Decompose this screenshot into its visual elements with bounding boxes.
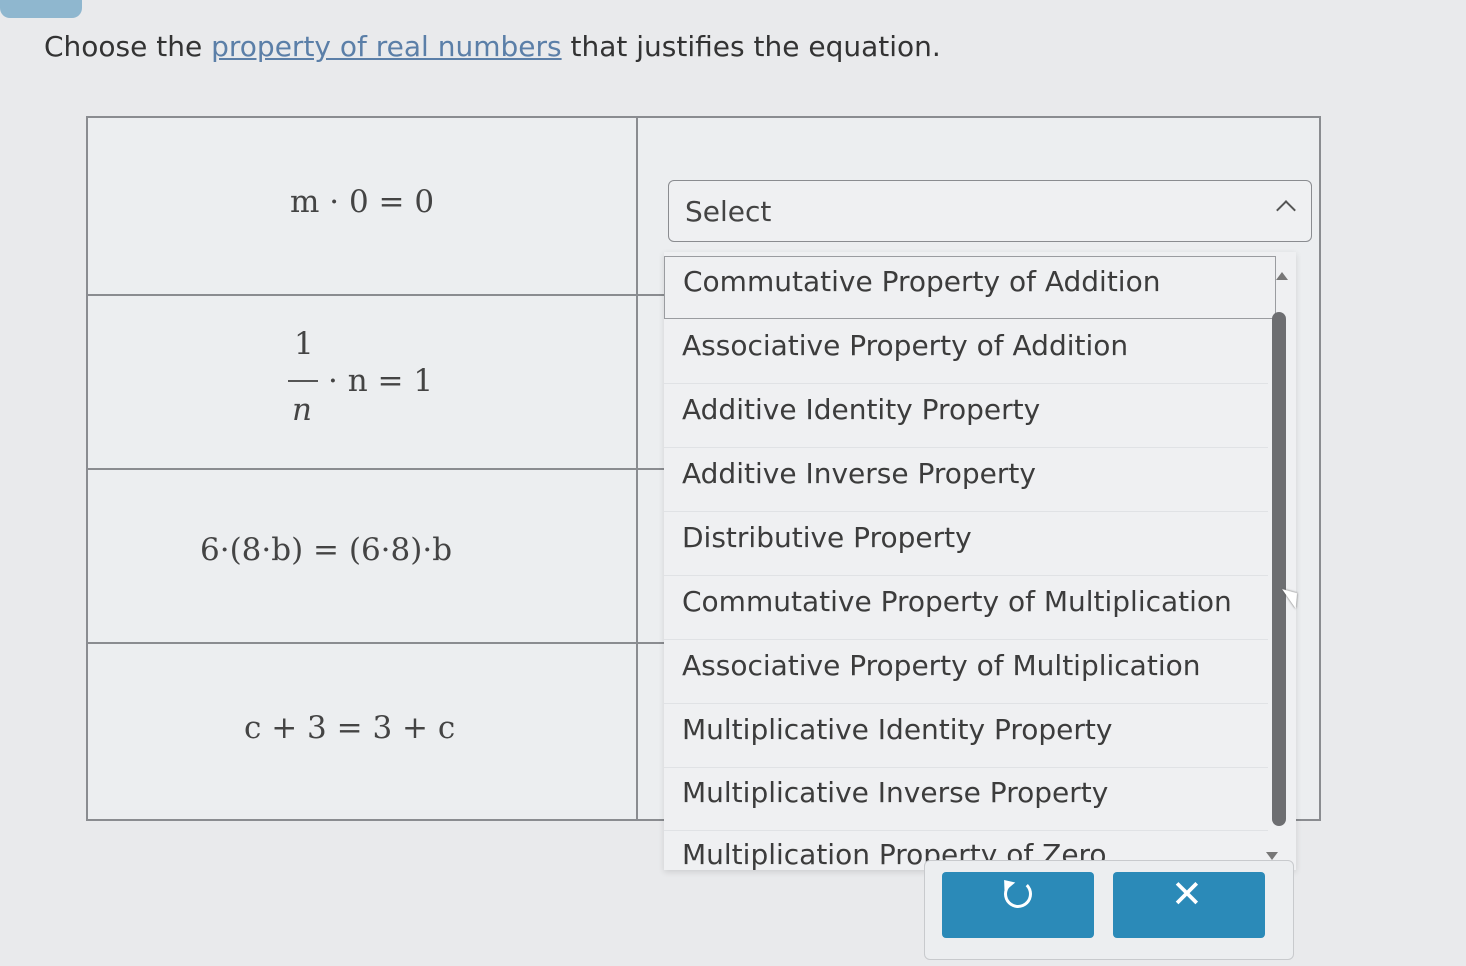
option-additive-inverse[interactable]: Additive Inverse Property bbox=[664, 449, 1268, 512]
scroll-up-arrow-icon[interactable] bbox=[1276, 272, 1288, 280]
option-label: Commutative Property of Addition bbox=[683, 265, 1161, 298]
prompt-text-after: that justifies the equation. bbox=[561, 30, 941, 63]
row-divider bbox=[88, 294, 668, 296]
option-label: Distributive Property bbox=[682, 521, 972, 554]
select-placeholder: Select bbox=[685, 195, 772, 228]
property-link[interactable]: property of real numbers bbox=[211, 30, 561, 63]
equation-2-denominator: n bbox=[292, 392, 312, 428]
scroll-down-arrow-icon[interactable] bbox=[1266, 852, 1278, 860]
option-distributive[interactable]: Distributive Property bbox=[664, 513, 1268, 576]
option-commutative-addition[interactable]: Commutative Property of Addition bbox=[664, 256, 1276, 319]
row-divider bbox=[88, 642, 668, 644]
fraction-bar bbox=[288, 380, 318, 382]
close-icon: ✕ bbox=[1171, 872, 1203, 916]
option-label: Additive Identity Property bbox=[682, 393, 1041, 426]
property-select[interactable]: Select bbox=[668, 180, 1312, 242]
option-multiplicative-identity[interactable]: Multiplicative Identity Property bbox=[664, 705, 1268, 768]
undo-icon bbox=[1004, 880, 1032, 908]
option-associative-multiplication[interactable]: Associative Property of Multiplication bbox=[664, 641, 1268, 704]
top-tab bbox=[0, 0, 82, 18]
option-multiplicative-inverse[interactable]: Multiplicative Inverse Property bbox=[664, 768, 1268, 831]
chevron-up-icon[interactable] bbox=[1276, 200, 1296, 220]
scrollbar-thumb[interactable] bbox=[1272, 312, 1286, 826]
equation-3: 6·(8·b) = (6·8)·b bbox=[200, 532, 453, 568]
option-label: Associative Property of Addition bbox=[682, 329, 1129, 362]
equation-1: m · 0 = 0 bbox=[290, 184, 435, 220]
prompt-text-before: Choose the bbox=[44, 30, 212, 63]
option-label: Associative Property of Multiplication bbox=[682, 649, 1201, 682]
option-commutative-multiplication[interactable]: Commutative Property of Multiplication bbox=[664, 577, 1268, 640]
option-label: Multiplicative Inverse Property bbox=[682, 776, 1109, 809]
option-label: Multiplicative Identity Property bbox=[682, 713, 1113, 746]
equation-2-rest: · n = 1 bbox=[328, 363, 434, 399]
option-additive-identity[interactable]: Additive Identity Property bbox=[664, 385, 1268, 448]
equation-2-numerator: 1 bbox=[294, 326, 314, 362]
clear-button[interactable]: ✕ bbox=[1113, 872, 1265, 938]
option-associative-addition[interactable]: Associative Property of Addition bbox=[664, 321, 1268, 384]
question-prompt: Choose the property of real numbers that… bbox=[44, 30, 941, 63]
equation-4: c + 3 = 3 + c bbox=[244, 710, 456, 746]
undo-button[interactable] bbox=[942, 872, 1094, 938]
row-divider bbox=[88, 468, 668, 470]
option-label: Additive Inverse Property bbox=[682, 457, 1036, 490]
property-dropdown-list: Commutative Property of Addition Associa… bbox=[664, 252, 1296, 871]
option-label: Commutative Property of Multiplication bbox=[682, 585, 1232, 618]
